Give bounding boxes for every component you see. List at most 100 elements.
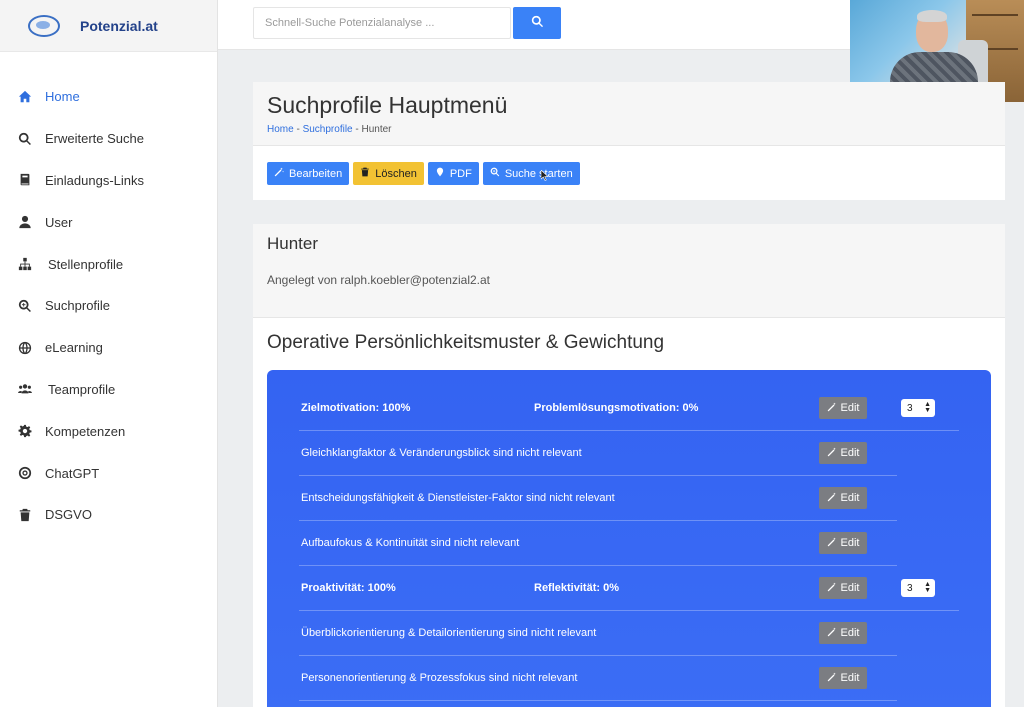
wand-icon — [827, 537, 841, 550]
start-search-button-label: Suche starten — [504, 167, 573, 180]
wand-icon — [827, 402, 841, 415]
sidebar-item-home[interactable]: Home — [0, 76, 217, 118]
search-icon — [531, 15, 544, 31]
select-arrows-icon: ▲ ▼ — [924, 581, 931, 594]
sidebar-item-label: Home — [45, 89, 80, 105]
pdf-button-label: PDF — [449, 167, 472, 180]
breadcrumb-suchprofile[interactable]: Suchprofile — [303, 124, 353, 135]
sidebar-item-user[interactable]: User — [0, 201, 217, 243]
sidebar-item-erweiterte-suche[interactable]: Erweiterte Suche — [0, 118, 217, 160]
wand-icon — [274, 167, 289, 180]
header-panel: Suchprofile Hauptmenü Home - Suchprofile… — [253, 82, 1005, 200]
select-arrows-icon: ▲ ▼ — [924, 401, 931, 414]
pattern-row: Überblickorientierung & Detailorientieru… — [299, 611, 897, 656]
edit-row-button[interactable]: Edit — [819, 667, 867, 689]
edit-label: Edit — [840, 447, 860, 459]
pattern-row: Entscheidungsfähigkeit & Dienstleister-F… — [299, 476, 897, 521]
sidebar-item-label: Teamprofile — [48, 381, 116, 397]
sidebar-item-label: Stellenprofile — [48, 256, 124, 272]
weight-select[interactable]: 3 ▲ ▼ — [901, 399, 935, 417]
pattern-right-value: Reflektivität: 0% — [534, 582, 619, 594]
sidebar-item-label: DSGVO — [45, 507, 92, 523]
edit-button-label: Bearbeiten — [289, 167, 343, 180]
logo — [28, 14, 60, 37]
sidebar-item-label: User — [45, 214, 73, 230]
search-input[interactable] — [253, 7, 511, 39]
edit-row-button[interactable]: Edit — [819, 397, 867, 419]
weight-select[interactable]: 3 ▲ ▼ — [901, 579, 935, 597]
edit-label: Edit — [840, 627, 860, 639]
breadcrumb-home[interactable]: Home — [267, 124, 294, 135]
edit-row-button[interactable]: Edit — [819, 487, 867, 509]
wand-icon — [827, 627, 841, 640]
pattern-row: Proaktivität: 100% Reflektivität: 0% Edi… — [299, 566, 959, 611]
breadcrumb-current: Hunter — [361, 124, 392, 135]
map-pin-icon — [435, 167, 450, 180]
search-plus-icon — [490, 167, 505, 180]
edit-label: Edit — [840, 402, 860, 414]
breadcrumb-separator: - — [352, 124, 362, 135]
delete-button[interactable]: Löschen — [353, 162, 424, 185]
brand[interactable]: Potenzial.at — [0, 0, 217, 52]
wand-icon — [827, 492, 841, 505]
trash-icon — [18, 508, 32, 522]
globe-icon — [18, 341, 32, 355]
edit-row-button[interactable]: Edit — [819, 442, 867, 464]
pattern-text: Gleichklangfaktor & Veränderungsblick si… — [301, 447, 582, 459]
section-title: Operative Persönlichkeitsmuster & Gewich… — [267, 332, 665, 353]
edit-label: Edit — [840, 537, 860, 549]
sidebar-item-elearning[interactable]: eLearning — [0, 327, 217, 369]
pattern-text: Aufbaufokus & Kontinuität sind nicht rel… — [301, 537, 520, 549]
sidebar-item-einladungs-links[interactable]: Einladungs-Links — [0, 160, 217, 202]
edit-row-button[interactable]: Edit — [819, 532, 867, 554]
pattern-right-value: Problemlösungsmotivation: 0% — [534, 402, 699, 414]
edit-button[interactable]: Bearbeiten — [267, 162, 350, 185]
pattern-text: Personenorientierung & Prozessfokus sind… — [301, 672, 578, 684]
breadcrumb-separator: - — [293, 124, 303, 135]
sitemap-icon — [18, 257, 32, 271]
pattern-text: Überblickorientierung & Detailorientieru… — [301, 627, 597, 639]
weight-value: 3 — [907, 582, 913, 594]
search-icon — [18, 132, 32, 146]
profile-name: Hunter — [267, 234, 319, 253]
delete-button-label: Löschen — [375, 167, 417, 180]
pattern-card: Zielmotivation: 100% Problemlösungsmotiv… — [267, 370, 991, 707]
gear-icon — [18, 424, 32, 438]
profile-panel: Hunter Angelegt von ralph.koebler@potenz… — [253, 224, 1005, 707]
users-icon — [18, 382, 32, 396]
sidebar-item-chatgpt[interactable]: ChatGPT — [0, 452, 217, 494]
profile-header: Hunter Angelegt von ralph.koebler@potenz… — [253, 224, 1005, 318]
pattern-text: Entscheidungsfähigkeit & Dienstleister-F… — [301, 492, 615, 504]
wand-icon — [827, 582, 841, 595]
edit-row-button[interactable]: Edit — [819, 622, 867, 644]
wand-icon — [827, 447, 841, 460]
search-plus-icon — [18, 299, 32, 313]
weight-value: 3 — [907, 402, 913, 414]
sidebar-item-label: eLearning — [45, 340, 103, 356]
sidebar-item-dsgvo[interactable]: DSGVO — [0, 494, 217, 536]
sidebar-item-suchprofile[interactable]: Suchprofile — [0, 285, 217, 327]
start-search-button[interactable]: Suche starten — [482, 162, 580, 185]
mouse-cursor-icon — [541, 170, 549, 181]
pattern-left-value: Zielmotivation: 100% — [301, 402, 411, 414]
home-icon — [18, 90, 32, 104]
pdf-button[interactable]: PDF — [427, 162, 479, 185]
sidebar-item-label: Kompetenzen — [45, 423, 126, 439]
pattern-row: Personenorientierung & Prozessfokus sind… — [299, 656, 897, 701]
wand-icon — [827, 672, 841, 685]
breadcrumb: Home - Suchprofile - Hunter — [267, 124, 1005, 135]
sidebar-item-label: ChatGPT — [45, 465, 100, 481]
page-title: Suchprofile Hauptmenü — [267, 92, 508, 118]
edit-row-button[interactable]: Edit — [819, 577, 867, 599]
sidebar-item-label: Erweiterte Suche — [45, 131, 144, 147]
sidebar-item-stellenprofile[interactable]: Stellenprofile — [0, 243, 217, 285]
created-by: Angelegt von ralph.koebler@potenzial2.at — [267, 273, 490, 287]
pattern-row: Zielmotivation: 100% Problemlösungsmotiv… — [299, 386, 959, 431]
target-icon — [18, 466, 32, 480]
sidebar-item-teamprofile[interactable]: Teamprofile — [0, 369, 217, 411]
brand-name: Potenzial.at — [80, 17, 158, 34]
trash-icon — [360, 167, 375, 180]
sidebar-item-kompetenzen[interactable]: Kompetenzen — [0, 410, 217, 452]
toolbar: Bearbeiten Löschen PDF Suche starten — [253, 146, 1005, 185]
search-button[interactable] — [513, 7, 561, 39]
